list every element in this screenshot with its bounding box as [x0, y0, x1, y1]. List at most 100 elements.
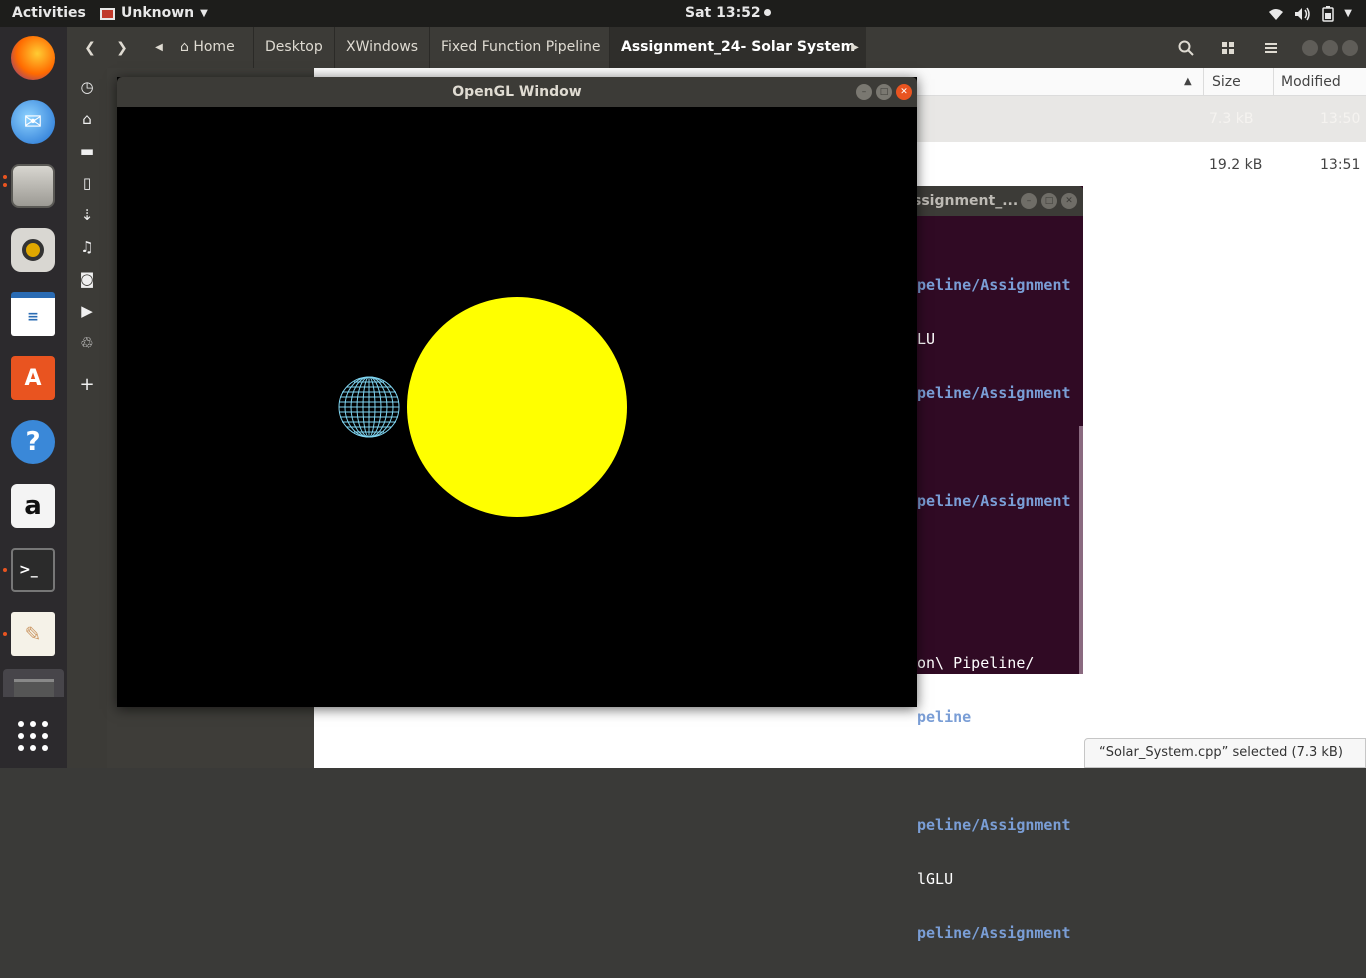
running-indicator [3, 632, 7, 636]
file-modified: 13:50 [1320, 111, 1361, 127]
terminal-output[interactable]: peline/Assignment LU peline/Assignment p… [917, 240, 1083, 978]
downloads-icon[interactable]: ⇣ [75, 203, 99, 227]
breadcrumb-label: Fixed Function Pipeline [441, 39, 601, 55]
files-icon [11, 164, 55, 208]
triangle-left-icon: ◀ [155, 42, 163, 53]
maximize-button[interactable] [1321, 33, 1339, 62]
running-indicator [3, 568, 7, 572]
terminal-line: LU [917, 330, 936, 348]
breadcrumb-desktop[interactable]: Desktop [253, 27, 334, 68]
dock-files[interactable] [3, 161, 58, 211]
dock-thunderbird[interactable]: ✉ [8, 97, 58, 147]
file-modified: 13:51 [1320, 157, 1361, 173]
breadcrumb-label: Desktop [265, 39, 323, 55]
terminal-window[interactable]: ssignment_... – □ ✕ peline/Assignment LU… [895, 186, 1083, 942]
terminal-line: peline/Assignment [917, 816, 1071, 834]
dock-show-apps[interactable] [8, 711, 58, 761]
minimize-icon: – [1026, 196, 1032, 206]
grid-view-icon [1222, 41, 1234, 54]
opengl-window[interactable]: OpenGL Window – □ ✕ [117, 77, 917, 707]
chevron-right-icon: ❯ [116, 39, 128, 56]
back-button[interactable]: ❮ [77, 33, 103, 62]
app-menu[interactable]: Unknown ▼ [100, 0, 208, 27]
trash-icon[interactable]: ♲ [75, 331, 99, 355]
close-button[interactable]: ✕ [896, 84, 912, 100]
screenshot-icon [13, 679, 54, 697]
show-apps-icon [18, 721, 48, 751]
documents-icon[interactable]: ▯ [75, 171, 99, 195]
activities-button[interactable]: Activities [12, 0, 86, 27]
minimize-button[interactable]: – [856, 84, 872, 100]
opengl-canvas[interactable] [117, 107, 917, 707]
app-menu-label: Unknown [121, 5, 195, 21]
minimize-button[interactable] [1301, 33, 1319, 62]
top-bar: Activities Unknown ▼ Sat 13:52 ▼ [0, 0, 1366, 27]
size-column-header[interactable]: Size [1203, 68, 1273, 96]
close-icon [1342, 39, 1358, 56]
clock[interactable]: Sat 13:52 [685, 0, 771, 27]
menu-button[interactable] [1254, 33, 1288, 62]
software-center-icon: A [11, 356, 55, 400]
dock-amazon[interactable]: a [8, 481, 58, 531]
terminal-scrollbar[interactable] [1079, 426, 1083, 674]
sort-ascending-icon[interactable]: ▲ [1184, 68, 1192, 96]
recent-icon[interactable]: ◷ [75, 75, 99, 99]
dock-writer[interactable]: ≡ [8, 289, 58, 339]
home-icon: ⌂ [180, 39, 189, 55]
text-editor-icon: ✎ [11, 612, 55, 656]
forward-button[interactable]: ❯ [109, 33, 135, 62]
thunderbird-icon: ✉ [11, 100, 55, 144]
pictures-icon[interactable]: ◙ [75, 267, 99, 291]
breadcrumb-fixed-function-pipeline[interactable]: Fixed Function Pipeline [429, 27, 612, 68]
file-size: 7.3 kB [1209, 111, 1254, 127]
file-manager-headerbar: ❮ ❯ ◀ ⌂ Home Desktop XWindows Fixed Func… [67, 27, 1366, 68]
close-button[interactable]: ✕ [1061, 193, 1077, 209]
home-icon[interactable]: ⌂ [75, 107, 99, 131]
terminal-line: on\ Pipeline/ [917, 654, 1035, 672]
path-scroll-left-button[interactable]: ◀ [151, 33, 167, 62]
dock-terminal[interactable]: >_ [3, 545, 58, 595]
breadcrumb-home[interactable]: ⌂ Home [169, 27, 246, 68]
chevron-down-icon: ▼ [1344, 8, 1352, 19]
opengl-window-title: OpenGL Window [117, 77, 917, 107]
minimize-button[interactable]: – [1021, 193, 1037, 209]
planet-wireframe [338, 376, 400, 438]
help-icon: ? [11, 420, 55, 464]
folder-icon[interactable]: ▬ [75, 139, 99, 163]
breadcrumb-label: Assignment_24- Solar System [621, 39, 856, 55]
rhythmbox-icon [11, 228, 55, 272]
dock-rhythmbox[interactable] [8, 225, 58, 275]
dock-firefox[interactable] [8, 33, 58, 83]
terminal-line: lGLU [917, 870, 954, 888]
close-button[interactable] [1341, 33, 1359, 62]
music-icon[interactable]: ♫ [75, 235, 99, 259]
chevron-down-icon: ▼ [200, 8, 208, 19]
terminal-line: peline/Assignment [917, 276, 1071, 294]
add-location-icon[interactable]: + [75, 372, 99, 396]
breadcrumb-xwindows[interactable]: XWindows [334, 27, 429, 68]
terminal-line: peline/Assignment [917, 924, 1071, 942]
maximize-icon: □ [879, 87, 889, 97]
dock-help[interactable]: ? [8, 417, 58, 467]
view-toggle-button[interactable] [1211, 33, 1245, 62]
dock-text-editor[interactable]: ✎ [3, 609, 58, 659]
search-button[interactable] [1169, 33, 1203, 62]
maximize-button[interactable]: □ [1041, 193, 1057, 209]
breadcrumb-label: XWindows [346, 39, 419, 55]
dock-screenshot[interactable] [3, 669, 64, 697]
status-floating-bar: “Solar_System.cpp” selected (7.3 kB) [1084, 738, 1366, 768]
videos-icon[interactable]: ▶ [75, 299, 99, 323]
terminal-prompt-path: peline [917, 708, 972, 726]
system-menu[interactable]: ▼ [1268, 0, 1352, 27]
battery-icon [1322, 5, 1335, 22]
chevron-left-icon: ❮ [84, 39, 96, 56]
maximize-button[interactable]: □ [876, 84, 892, 100]
path-scroll-right-button[interactable]: ▶ [847, 33, 863, 62]
modified-column-header[interactable]: Modified [1273, 68, 1366, 96]
breadcrumb-solar-system[interactable]: Assignment_24- Solar System [609, 27, 867, 68]
triangle-right-icon: ▶ [851, 42, 859, 53]
dock-software[interactable]: A [8, 353, 58, 403]
places-sidebar: ◷ ⌂ ▬ ▯ ⇣ ♫ ◙ ▶ ♲ + [67, 68, 107, 768]
